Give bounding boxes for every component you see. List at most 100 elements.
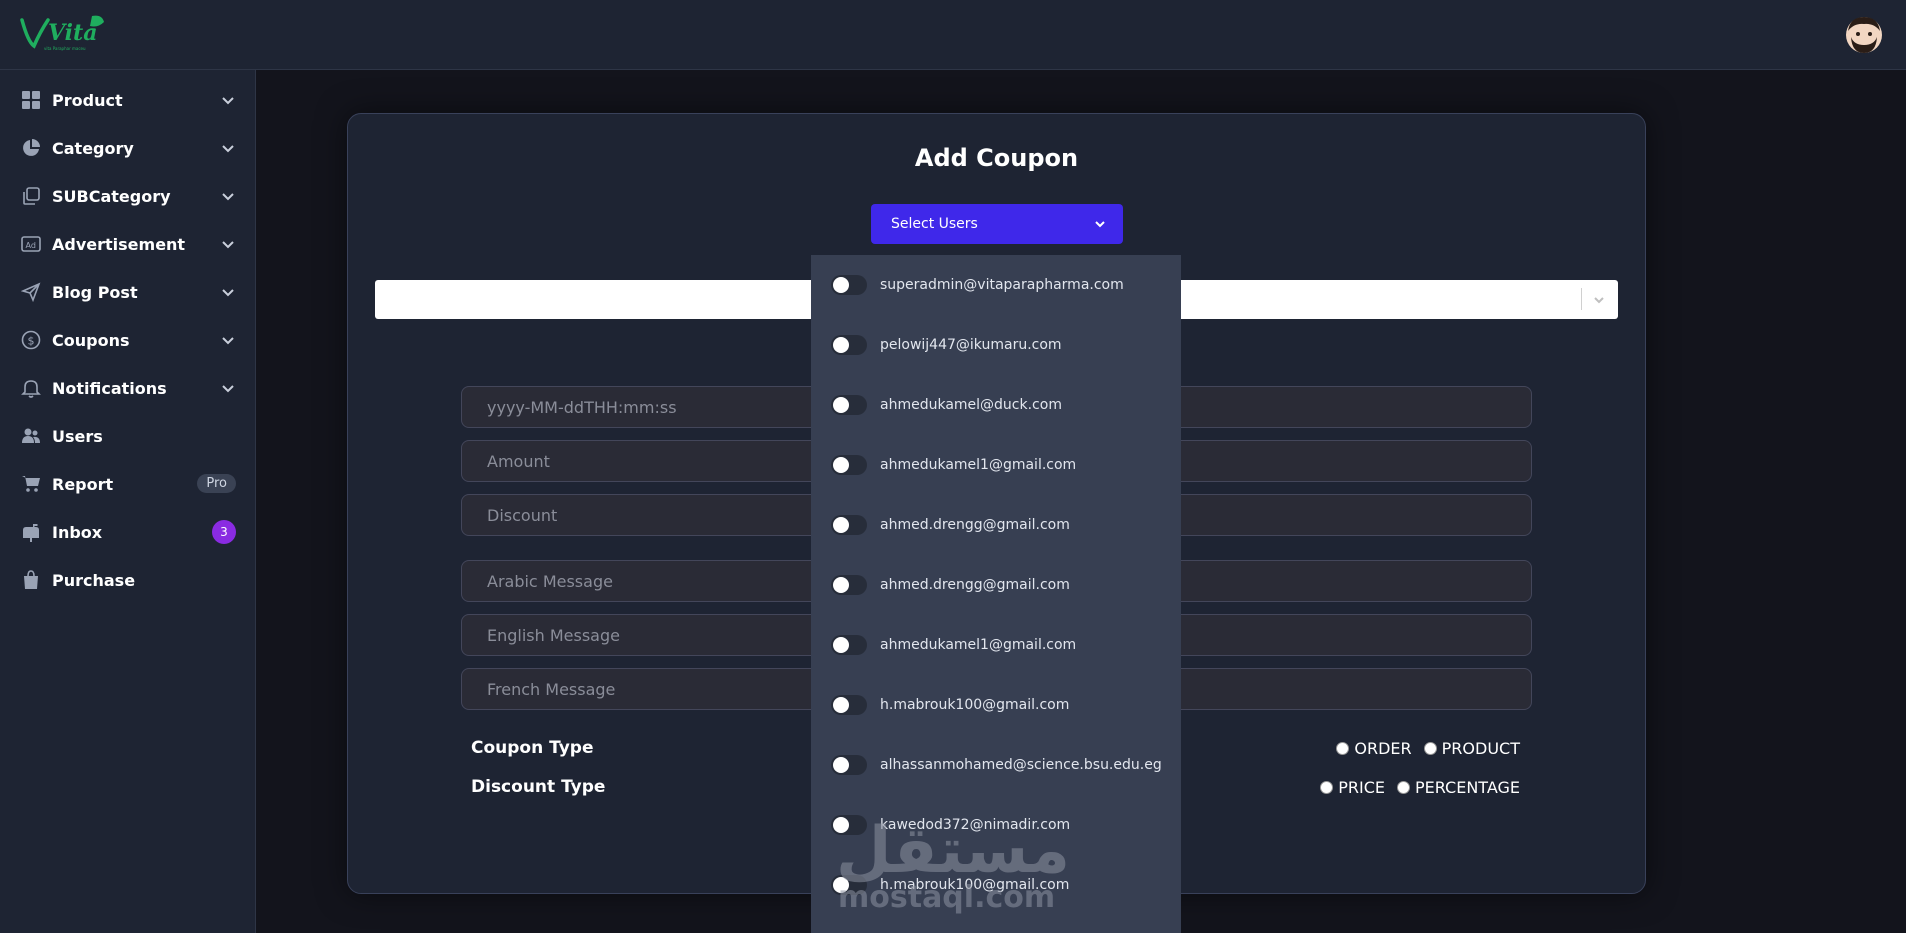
coupon-type-label: Coupon Type [471,738,594,758]
user-email: ahmedukamel@duck.com [880,397,1062,413]
copy-icon [20,185,42,207]
user-email: superadmin@vitaparapharma.com [880,277,1124,293]
user-toggle[interactable] [831,515,867,535]
watermark-text: mostaql.com [838,880,1056,915]
toggle-knob [833,517,849,533]
user-toggle[interactable] [831,455,867,475]
toggle-knob [833,457,849,473]
toggle-knob [833,337,849,353]
user-toggle[interactable] [831,575,867,595]
vita-logo[interactable]: Vita vita Paraphar maceu [18,12,108,52]
logo-subtext: vita Paraphar maceu [44,46,86,51]
radio-label: ORDER [1354,739,1412,758]
user-email: ahmed.drengg@gmail.com [880,517,1070,533]
pro-badge: Pro [197,474,236,493]
dollar-icon: $ [20,329,42,351]
user-toggle[interactable] [831,275,867,295]
user-email: pelowij447@ikumaru.com [880,337,1062,353]
sidebar-item-label: Purchase [52,570,136,590]
sidebar-item-purchase[interactable]: Purchase [0,560,256,600]
radio-dot [1320,781,1334,794]
toggle-knob [833,697,849,713]
user-toggle[interactable] [831,815,867,835]
chevron-down-icon [220,236,236,252]
user-toggle[interactable] [831,335,867,355]
sidebar-item-label: Category [52,138,134,158]
inbox-count-badge: 3 [212,520,236,544]
top-bar: Vita vita Paraphar maceu [0,0,1906,70]
discount-type-options: PRICE PERCENTAGE [1308,778,1520,797]
svg-text:Ad: Ad [26,241,36,250]
toggle-knob [833,817,849,833]
field-placeholder: yyyy-MM-ddTHH:mm:ss [487,397,677,417]
chevron-down-icon [1592,292,1606,306]
sidebar-item-advertisement[interactable]: Ad Advertisement [0,224,256,264]
user-option[interactable]: superadmin@vitaparapharma.com [811,255,1181,315]
chevron-down-icon [220,140,236,156]
toggle-knob [833,637,849,653]
sidebar-item-product[interactable]: Product [0,80,256,120]
sidebar-item-label: Coupons [52,330,130,350]
radio-label: PRODUCT [1441,739,1520,758]
discount-type-price-radio[interactable]: PRICE [1320,778,1385,797]
sidebar-item-label: Notifications [52,378,167,398]
user-email: ahmed.drengg@gmail.com [880,577,1070,593]
user-option[interactable]: ahmed.drengg@gmail.com [811,555,1181,615]
bag-icon [20,569,42,591]
sidebar-item-label: Product [52,90,123,110]
chevron-down-icon [220,380,236,396]
sidebar: Product Category SUBCategory Ad Advertis… [0,70,256,933]
user-toggle[interactable] [831,395,867,415]
user-option[interactable]: h.mabrouk100@gmail.com [811,675,1181,735]
grid-icon [20,89,42,111]
user-option[interactable]: kawedod372@nimadir.com [811,795,1181,855]
chevron-down-icon [220,92,236,108]
user-option[interactable]: ahmed.drengg@gmail.com [811,495,1181,555]
toggle-knob [833,757,849,773]
field-placeholder: Amount [487,451,550,471]
radio-dot [1336,742,1350,755]
field-placeholder: English Message [487,625,620,645]
sidebar-item-coupons[interactable]: $ Coupons [0,320,256,360]
coupon-type-options: ORDER PRODUCT [1324,739,1520,758]
sidebar-item-label: Blog Post [52,282,138,302]
toggle-knob [833,277,849,293]
user-option[interactable]: ahmedukamel1@gmail.com [811,615,1181,675]
sidebar-item-label: Users [52,426,103,446]
user-avatar[interactable] [1844,15,1884,55]
user-toggle[interactable] [831,635,867,655]
pie-chart-icon [20,137,42,159]
select-users-button[interactable]: Select Users [871,204,1123,244]
sidebar-item-subcategory[interactable]: SUBCategory [0,176,256,216]
chevron-down-icon [220,188,236,204]
user-option[interactable]: pelowij447@ikumaru.com [811,315,1181,375]
sidebar-item-report[interactable]: Report Pro [0,464,256,504]
coupon-type-product-radio[interactable]: PRODUCT [1423,739,1520,758]
user-toggle[interactable] [831,755,867,775]
chevron-down-icon [220,284,236,300]
sidebar-item-users[interactable]: Users [0,416,256,456]
sidebar-item-blog-post[interactable]: Blog Post [0,272,256,312]
sidebar-item-inbox[interactable]: Inbox 3 [0,512,256,552]
user-email: ahmedukamel1@gmail.com [880,637,1077,653]
sidebar-item-notifications[interactable]: Notifications [0,368,256,408]
discount-type-percentage-radio[interactable]: PERCENTAGE [1396,778,1520,797]
radio-label: PRICE [1338,778,1385,797]
mailbox-icon [20,521,42,543]
send-icon [20,281,42,303]
user-option[interactable]: ahmedukamel@duck.com [811,375,1181,435]
select-users-label: Select Users [891,216,978,232]
svg-text:$: $ [28,335,35,348]
user-option[interactable]: alhassanmohamed@science.bsu.edu.eg [811,735,1181,795]
ad-icon: Ad [20,233,42,255]
coupon-type-order-radio[interactable]: ORDER [1336,739,1412,758]
user-toggle[interactable] [831,695,867,715]
toggle-knob [833,577,849,593]
user-email: h.mabrouk100@gmail.com [880,697,1070,713]
user-option[interactable]: ahmedukamel1@gmail.com [811,435,1181,495]
radio-dot [1396,781,1410,794]
bell-icon [20,377,42,399]
field-placeholder: Arabic Message [487,571,613,591]
toggle-knob [833,397,849,413]
sidebar-item-category[interactable]: Category [0,128,256,168]
